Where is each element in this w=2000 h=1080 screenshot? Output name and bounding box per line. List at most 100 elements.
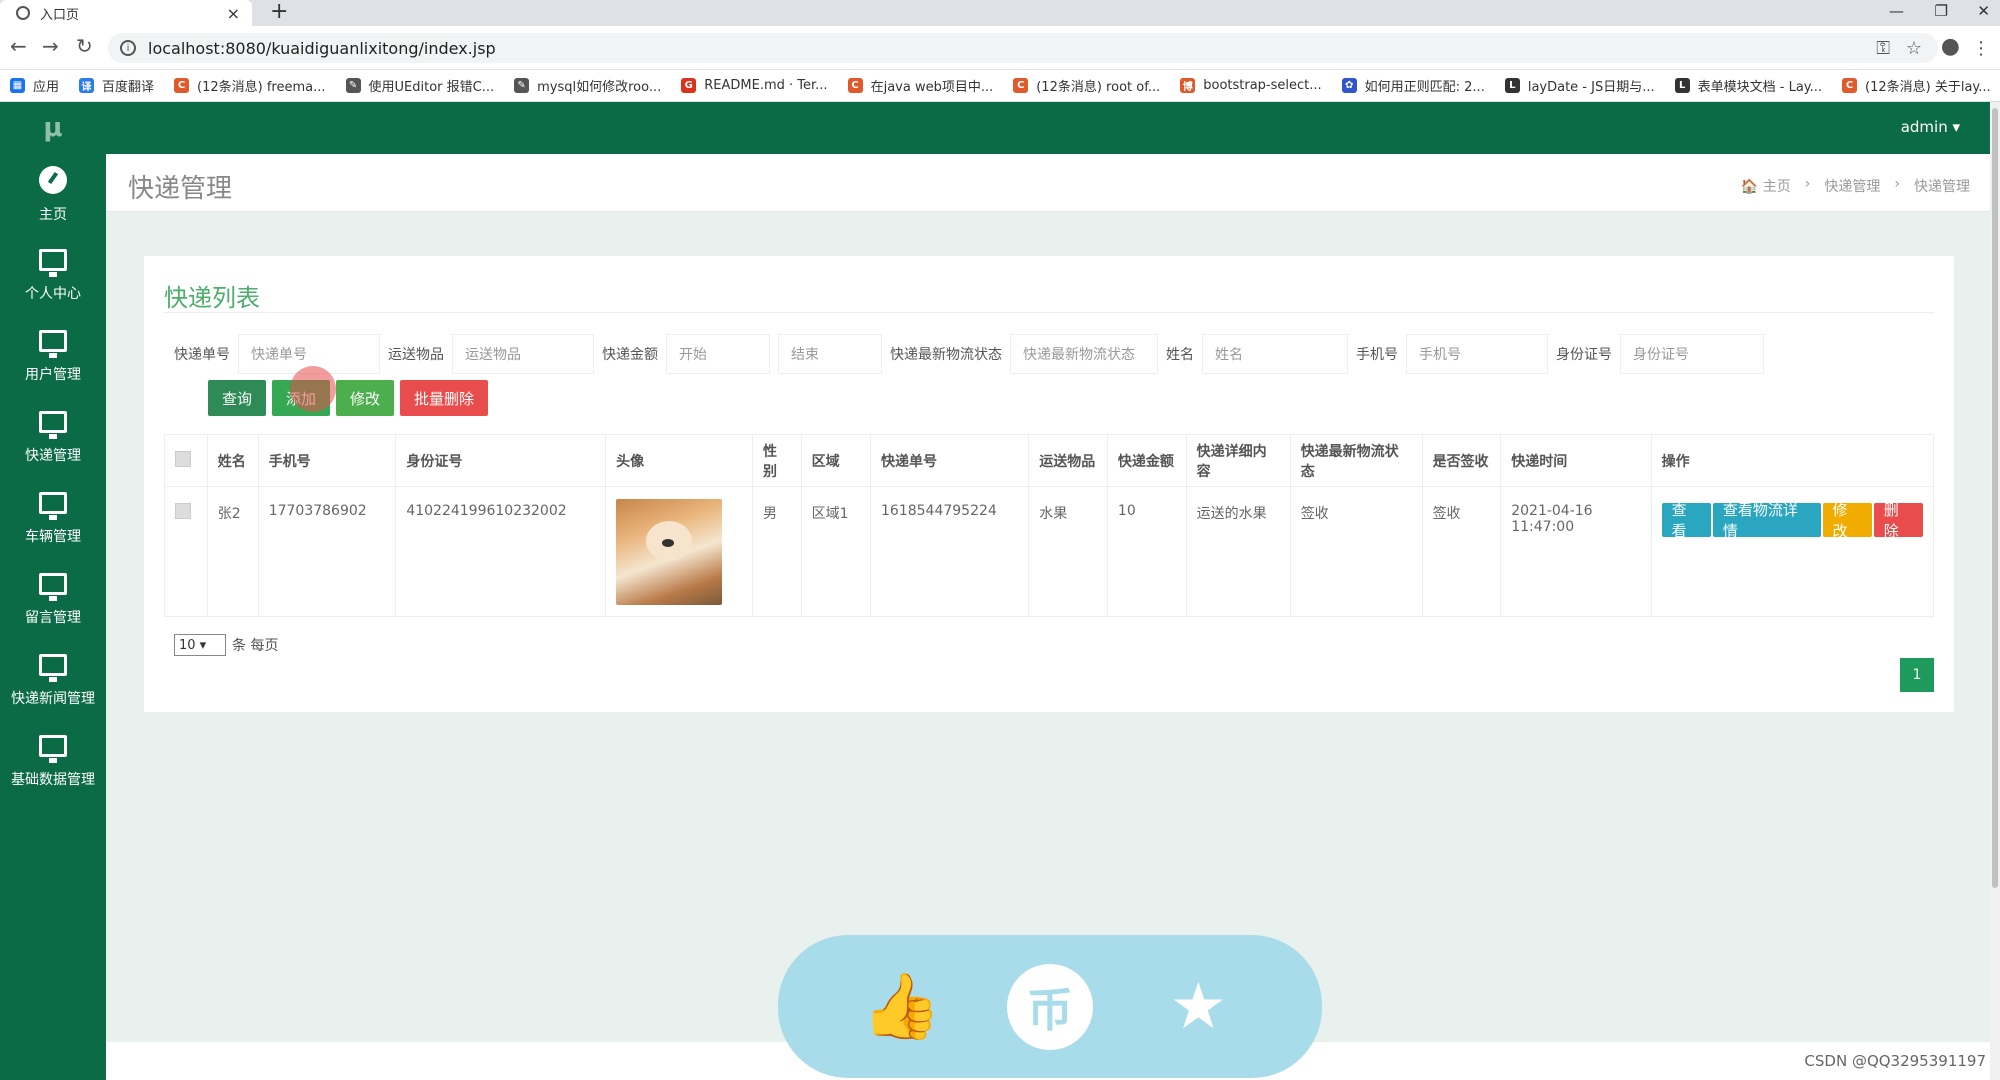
sidebar: μ 主页 个人中心 用户管理 快递管理 车辆管理 留言管理 快递新闻管理 基础数据管理 (0, 102, 106, 1080)
filter-label: 身份证号 (1556, 347, 1612, 363)
info-icon[interactable]: i (120, 40, 136, 56)
bookmark-item[interactable]: C 在java web项目中... (847, 76, 993, 95)
filter-label: 运送物品 (388, 347, 444, 363)
sidebar-item[interactable]: 留言管理 (0, 559, 106, 640)
sidebar-item[interactable]: 基础数据管理 (0, 721, 106, 802)
bookmark-favicon-icon: L (1504, 78, 1520, 93)
sidebar-item[interactable]: 快递管理 (0, 397, 106, 478)
bookmark-favicon-icon: G (681, 78, 697, 93)
bookmark-item[interactable]: 译百度翻译 (79, 76, 154, 95)
scrollbar-thumb[interactable] (1992, 108, 1998, 888)
address-bar-row: ← → ↻ i localhost:8080/kuaidiguanlixiton… (0, 26, 2000, 70)
breadcrumb-item[interactable]: 快递管理 (1824, 176, 1880, 196)
sidebar-item-label: 留言管理 (25, 609, 81, 626)
filter-input[interactable]: 姓名 (1202, 334, 1348, 374)
filter-input[interactable]: 运送物品 (452, 334, 594, 374)
watermark: CSDN @QQ3295391197 (1804, 1052, 1986, 1070)
close-tab-icon[interactable]: × (227, 4, 240, 23)
filter-label: 快递金额 (602, 347, 658, 363)
breadcrumb-item[interactable]: 🏠 主页 (1741, 176, 1791, 196)
filter-input[interactable]: 开始 (666, 334, 770, 374)
sidebar-item[interactable]: 车辆管理 (0, 478, 106, 559)
dashboard-icon (39, 165, 67, 194)
filter-bar: 快递单号 快递单号 运送物品 运送物品 快递金额 开始 结束 快递最新物流状态 快递最新物流状态… (174, 334, 1772, 374)
bookmark-label: layDate - JS日期与... (1527, 80, 1655, 95)
monitor-icon (39, 734, 67, 763)
bookmark-favicon-icon: ▦ (10, 78, 25, 93)
query-button[interactable]: 查询 (208, 380, 267, 416)
filter-input[interactable]: 结束 (778, 334, 882, 374)
row-checkbox[interactable] (175, 503, 191, 519)
bookmark-favicon-icon: ✿ (1341, 78, 1357, 93)
url-field[interactable]: i localhost:8080/kuaidiguanlixitong/inde… (108, 33, 1938, 63)
filter-input[interactable]: 手机号 (1406, 334, 1548, 374)
bookmark-label: (12条消息) freema... (197, 80, 326, 95)
sidebar-item[interactable]: 主页 (0, 154, 106, 235)
bookmark-label: README.md · Ter... (704, 78, 828, 93)
star-icon[interactable]: ☆ (1906, 38, 1922, 59)
reload-icon[interactable]: ↻ (76, 34, 93, 58)
row-edit-button[interactable]: 修改 (1822, 501, 1872, 540)
bookmark-item[interactable]: ▦ 应用 (10, 76, 59, 95)
browser-tab[interactable]: 入口页 × (0, 0, 252, 26)
cell-phone: 17703786902 (257, 486, 397, 617)
edit-button[interactable]: 修改 (336, 380, 395, 416)
sidebar-item[interactable]: 个人中心 (0, 235, 106, 316)
bookmark-item[interactable]: 博 bootstrap-select... (1180, 78, 1322, 93)
page-size-select[interactable]: 10 ▾ (174, 634, 226, 656)
avatar (616, 499, 723, 605)
row-delete-button[interactable]: 删除 (1873, 501, 1923, 540)
profile-icon[interactable]: ● (1941, 34, 1960, 59)
forward-icon[interactable]: → (42, 34, 59, 58)
minimize-icon[interactable]: — (1889, 2, 1904, 20)
view-button[interactable]: 查看 (1661, 501, 1711, 540)
key-icon[interactable]: ⚿ (1876, 38, 1890, 59)
bookmark-item[interactable]: C (12条消息) freema... (174, 76, 326, 95)
tab-title: 入口页 (40, 7, 80, 23)
express-table: 姓名 手机号 身份证号 头像 性别 区域 快递单号 运送物品 快递金额 快递详细内容 快递最新物流状… (164, 434, 1935, 617)
sidebar-item[interactable]: 快递新闻管理 (0, 640, 106, 721)
new-tab-button[interactable]: + (270, 0, 288, 24)
bookmark-favicon-icon: ✎ (514, 78, 530, 93)
star-favorite-icon[interactable]: ★ (1156, 965, 1240, 1049)
sidebar-item-label: 快递新闻管理 (11, 690, 95, 707)
coin-icon[interactable]: 币 (1006, 963, 1093, 1050)
column-header: 区域 (800, 434, 872, 487)
sidebar-item-label: 用户管理 (25, 366, 81, 383)
bookmark-item[interactable]: ✿ 如何用正则匹配: 2... (1341, 76, 1485, 95)
back-icon[interactable]: ← (10, 34, 27, 58)
cell-amount: 10 (1106, 486, 1187, 617)
sidebar-item-label: 车辆管理 (25, 528, 81, 545)
view-logistics-button[interactable]: 查看物流详情 (1712, 501, 1821, 540)
bookmark-item[interactable]: G README.md · Ter... (681, 78, 828, 93)
bookmark-favicon-icon: 博 (1180, 78, 1196, 93)
page-title: 快递管理 (128, 174, 233, 204)
bookmark-item[interactable]: LlayDate - JS日期与... (1504, 76, 1655, 95)
sidebar-item-label: 主页 (39, 206, 67, 223)
filter-input[interactable]: 身份证号 (1620, 334, 1764, 374)
thumbs-up-icon[interactable]: 👍 (860, 965, 944, 1049)
page-1-button[interactable]: 1 (1900, 658, 1934, 692)
scrollbar[interactable] (1990, 102, 2000, 1080)
bookmark-item[interactable]: C (12条消息) 关于lay... (1842, 76, 1991, 95)
select-all-checkbox[interactable] (175, 450, 191, 467)
batch-delete-button[interactable]: 批量删除 (400, 380, 489, 416)
bookmark-item[interactable]: C (12条消息) root of... (1013, 76, 1160, 95)
bookmark-item[interactable]: L 表单模块文档 - Lay... (1674, 76, 1822, 95)
breadcrumb-item[interactable]: 快递管理 (1914, 176, 1970, 196)
column-header: 快递详细内容 (1185, 434, 1291, 487)
restore-icon[interactable]: ❐ (1935, 2, 1948, 20)
bookmark-label: bootstrap-select... (1203, 78, 1322, 93)
select-all-header[interactable] (164, 434, 208, 487)
sidebar-item[interactable]: 用户管理 (0, 316, 106, 397)
cell-avatar (605, 486, 754, 617)
filter-label: 手机号 (1356, 347, 1398, 363)
filter-input[interactable]: 快递最新物流状态 (1010, 334, 1158, 374)
breadcrumb-separator: › (1804, 176, 1811, 192)
bookmark-item[interactable]: ✎ mysql如何修改roo... (514, 76, 661, 95)
close-window-icon[interactable]: ✕ (1977, 2, 1990, 20)
menu-icon[interactable]: ⋮ (1972, 38, 1990, 59)
user-menu[interactable]: admin ▾ (1901, 118, 1960, 136)
bookmark-item[interactable]: ✎ 使用UEditor 报错C... (345, 76, 494, 95)
page-size-control: 10 ▾ 条 每页 (174, 634, 278, 656)
